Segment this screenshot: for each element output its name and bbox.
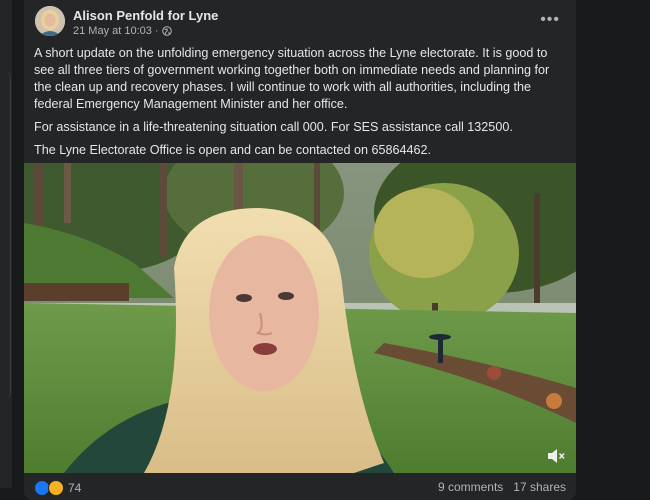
facebook-post: Alison Penfold for Lyne 21 May at 10:03 … <box>24 0 576 500</box>
video-player[interactable] <box>24 163 576 473</box>
speaker-icon[interactable] <box>546 447 566 465</box>
post-paragraph: The Lyne Electorate Office is open and c… <box>34 143 431 157</box>
reactions-summary[interactable]: 74 <box>34 480 81 496</box>
engagement-stats: 9 comments 17 shares <box>438 480 566 494</box>
more-options-icon[interactable]: ••• <box>540 12 560 28</box>
author-avatar[interactable] <box>35 6 65 36</box>
post-date[interactable]: 21 May at 10:03 <box>73 25 152 37</box>
author-name[interactable]: Alison Penfold for Lyne <box>73 8 218 23</box>
post-text: A short update on the unfolding emergenc… <box>34 45 564 165</box>
post-meta: 21 May at 10:03 · <box>73 25 172 37</box>
meta-separator: · <box>154 25 159 37</box>
globe-icon <box>161 26 172 36</box>
post-footer: 74 9 comments 17 shares <box>24 475 576 496</box>
post-paragraph: For assistance in a life-threatening sit… <box>34 120 513 134</box>
reaction-count: 74 <box>68 481 82 495</box>
comments-count[interactable]: 9 comments <box>438 480 503 494</box>
video-frame <box>24 163 576 473</box>
post-paragraph: A short update on the unfolding emergenc… <box>34 46 550 111</box>
left-sidebar-edge <box>0 0 12 488</box>
shares-count[interactable]: 17 shares <box>513 480 566 494</box>
care-reaction-icon <box>48 480 64 496</box>
